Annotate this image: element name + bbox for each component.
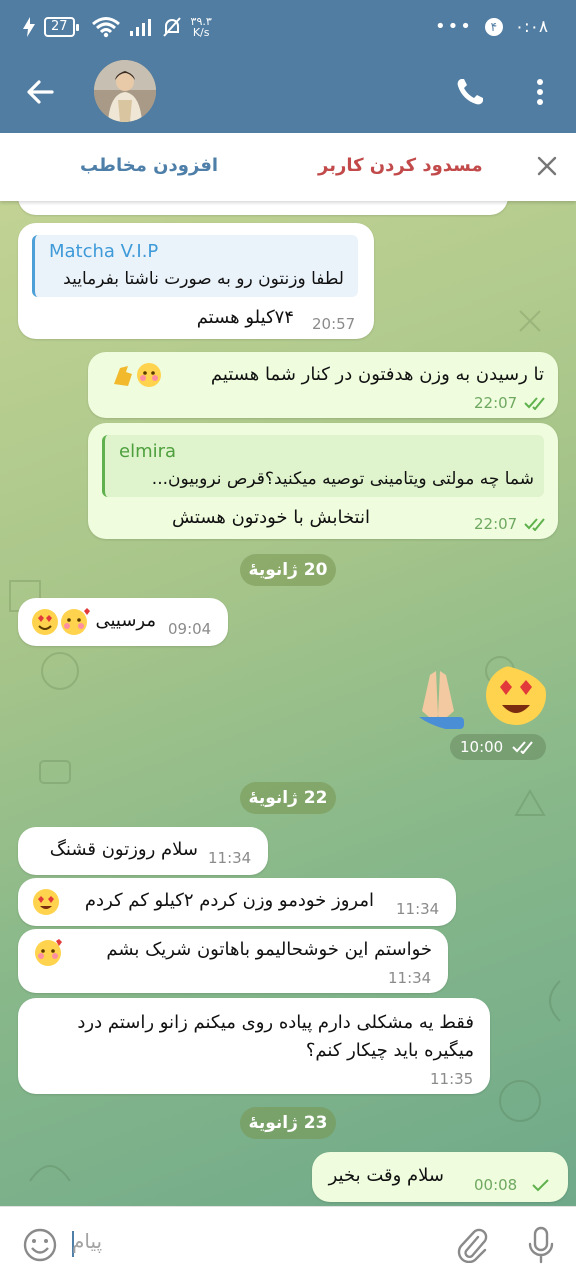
charging-icon bbox=[23, 17, 35, 37]
message-time: 11:34 bbox=[396, 900, 440, 918]
status-bar: 27 ۳۹.۳ K/s ••• ۴ ۰:۰۸ bbox=[0, 0, 576, 60]
microphone-icon[interactable] bbox=[526, 1225, 556, 1265]
message-text: تا رسیدن به وزن هدفتون در کنار شما هستیم bbox=[210, 364, 544, 385]
message-bubble-partial[interactable] bbox=[18, 201, 508, 215]
close-icon[interactable] bbox=[534, 153, 560, 179]
message-time: 11:35 bbox=[430, 1070, 474, 1088]
battery-indicator: 27 bbox=[44, 17, 79, 37]
date-separator: 23 ژانویهٔ bbox=[240, 1107, 336, 1139]
check-icon bbox=[532, 1179, 549, 1192]
message-text: سلام روزتون قشنگ bbox=[49, 839, 198, 860]
reply-text: شما چه مولتی ویتامینی توصیه میکنید؟قرص ن… bbox=[151, 469, 534, 489]
arrow-left-icon[interactable] bbox=[24, 76, 56, 108]
date-separator: 22 ژانویهٔ bbox=[240, 782, 336, 814]
signal-icon bbox=[129, 19, 151, 36]
double-check-icon bbox=[524, 397, 545, 410]
message-text-line-1: فقط یه مشکلی دارم پیاده روی میکنم زانو ر… bbox=[77, 1012, 474, 1033]
message-time: 00:08 bbox=[474, 1176, 518, 1194]
status-right: ••• ۴ ۰:۰۸ bbox=[435, 16, 548, 37]
spam-action-bar: افزودن مخاطب مسدود کردن کاربر bbox=[0, 133, 576, 201]
notification-badge: ۴ bbox=[484, 17, 503, 36]
paperclip-icon[interactable] bbox=[454, 1227, 488, 1263]
message-time: 11:34 bbox=[208, 849, 252, 867]
avatar-photo bbox=[94, 60, 156, 122]
reply-text: لطفا وزنتون رو به صورت ناشتا بفرمایید bbox=[63, 269, 344, 289]
message-bubble[interactable]: خواستم این خوشحالیمو باهاتون شریک بشم 11… bbox=[18, 929, 448, 993]
reply-author: elmira bbox=[119, 441, 177, 462]
double-check-icon bbox=[512, 741, 533, 754]
message-bubble[interactable]: سلام وقت بخیر 00:08 bbox=[312, 1152, 568, 1202]
message-bubble[interactable]: سلام روزتون قشنگ 11:34 bbox=[18, 827, 268, 875]
network-speed: ۳۹.۳ K/s bbox=[190, 15, 212, 39]
emoji-sticker[interactable] bbox=[408, 663, 548, 733]
message-bubble[interactable]: elmira شما چه مولتی ویتامینی توصیه میکنی… bbox=[88, 423, 558, 539]
status-time: ۰:۰۸ bbox=[514, 16, 548, 37]
smile-icon[interactable] bbox=[22, 1227, 58, 1263]
message-text: امروز خودمو وزن کردم ۲کیلو کم کردم bbox=[84, 890, 374, 911]
reply-author: Matcha V.I.P bbox=[49, 241, 159, 262]
reply-quote[interactable]: elmira شما چه مولتی ویتامینی توصیه میکنی… bbox=[102, 435, 544, 497]
message-text: مرسییی bbox=[95, 610, 156, 631]
message-text: سلام وقت بخیر bbox=[328, 1165, 444, 1186]
message-time: 20:57 bbox=[312, 315, 356, 333]
more-status-icon: ••• bbox=[435, 16, 473, 37]
mute-notifications-icon bbox=[162, 17, 181, 37]
emoji-flex-icon bbox=[114, 363, 161, 387]
wifi-icon bbox=[91, 17, 120, 38]
message-time: 09:04 bbox=[168, 620, 212, 638]
message-text-line-2: میگیره باید چیکار کنم؟ bbox=[305, 1040, 474, 1061]
message-text: ۷۴کیلو هستم bbox=[196, 307, 294, 328]
phone-icon[interactable] bbox=[454, 76, 486, 108]
emoji-smiling-hearts-icon bbox=[35, 939, 62, 966]
more-vertical-icon[interactable] bbox=[530, 76, 550, 108]
message-text: انتخابش با خودتون هستش bbox=[171, 507, 370, 528]
message-time: 22:07 bbox=[474, 394, 518, 412]
reply-quote[interactable]: Matcha V.I.P لطفا وزنتون رو به صورت ناشت… bbox=[32, 235, 358, 297]
message-time: 22:07 bbox=[474, 515, 518, 533]
emoji-hearts-icon bbox=[32, 608, 90, 635]
message-bubble[interactable]: امروز خودمو وزن کردم ۲کیلو کم کردم 11:34 bbox=[18, 878, 456, 926]
block-user-button[interactable]: مسدود کردن کاربر bbox=[318, 155, 483, 176]
message-bubble[interactable]: تا رسیدن به وزن هدفتون در کنار شما هستیم… bbox=[88, 352, 558, 418]
emoji-heart-eyes-icon bbox=[33, 889, 59, 915]
add-contact-button[interactable]: افزودن مخاطب bbox=[80, 155, 218, 176]
chat-header: 27 ۳۹.۳ K/s ••• ۴ ۰:۰۸ bbox=[0, 0, 576, 133]
message-input-bar: پیام bbox=[0, 1206, 576, 1280]
message-bubble[interactable]: فقط یه مشکلی دارم پیاده روی میکنم زانو ر… bbox=[18, 998, 490, 1094]
message-bubble[interactable]: Matcha V.I.P لطفا وزنتون رو به صورت ناشت… bbox=[18, 223, 374, 339]
status-left: 27 ۳۹.۳ K/s bbox=[22, 16, 212, 38]
message-text: خواستم این خوشحالیمو باهاتون شریک بشم bbox=[106, 939, 432, 960]
message-input[interactable]: پیام bbox=[72, 1229, 102, 1253]
message-bubble[interactable]: مرسییی 09:04 bbox=[18, 598, 228, 646]
message-time: 11:34 bbox=[388, 969, 432, 987]
message-list[interactable]: Matcha V.I.P لطفا وزنتون رو به صورت ناشت… bbox=[0, 201, 576, 1206]
contact-avatar[interactable] bbox=[94, 60, 156, 122]
date-separator: 20 ژانویهٔ bbox=[240, 554, 336, 586]
double-check-icon bbox=[524, 518, 545, 531]
